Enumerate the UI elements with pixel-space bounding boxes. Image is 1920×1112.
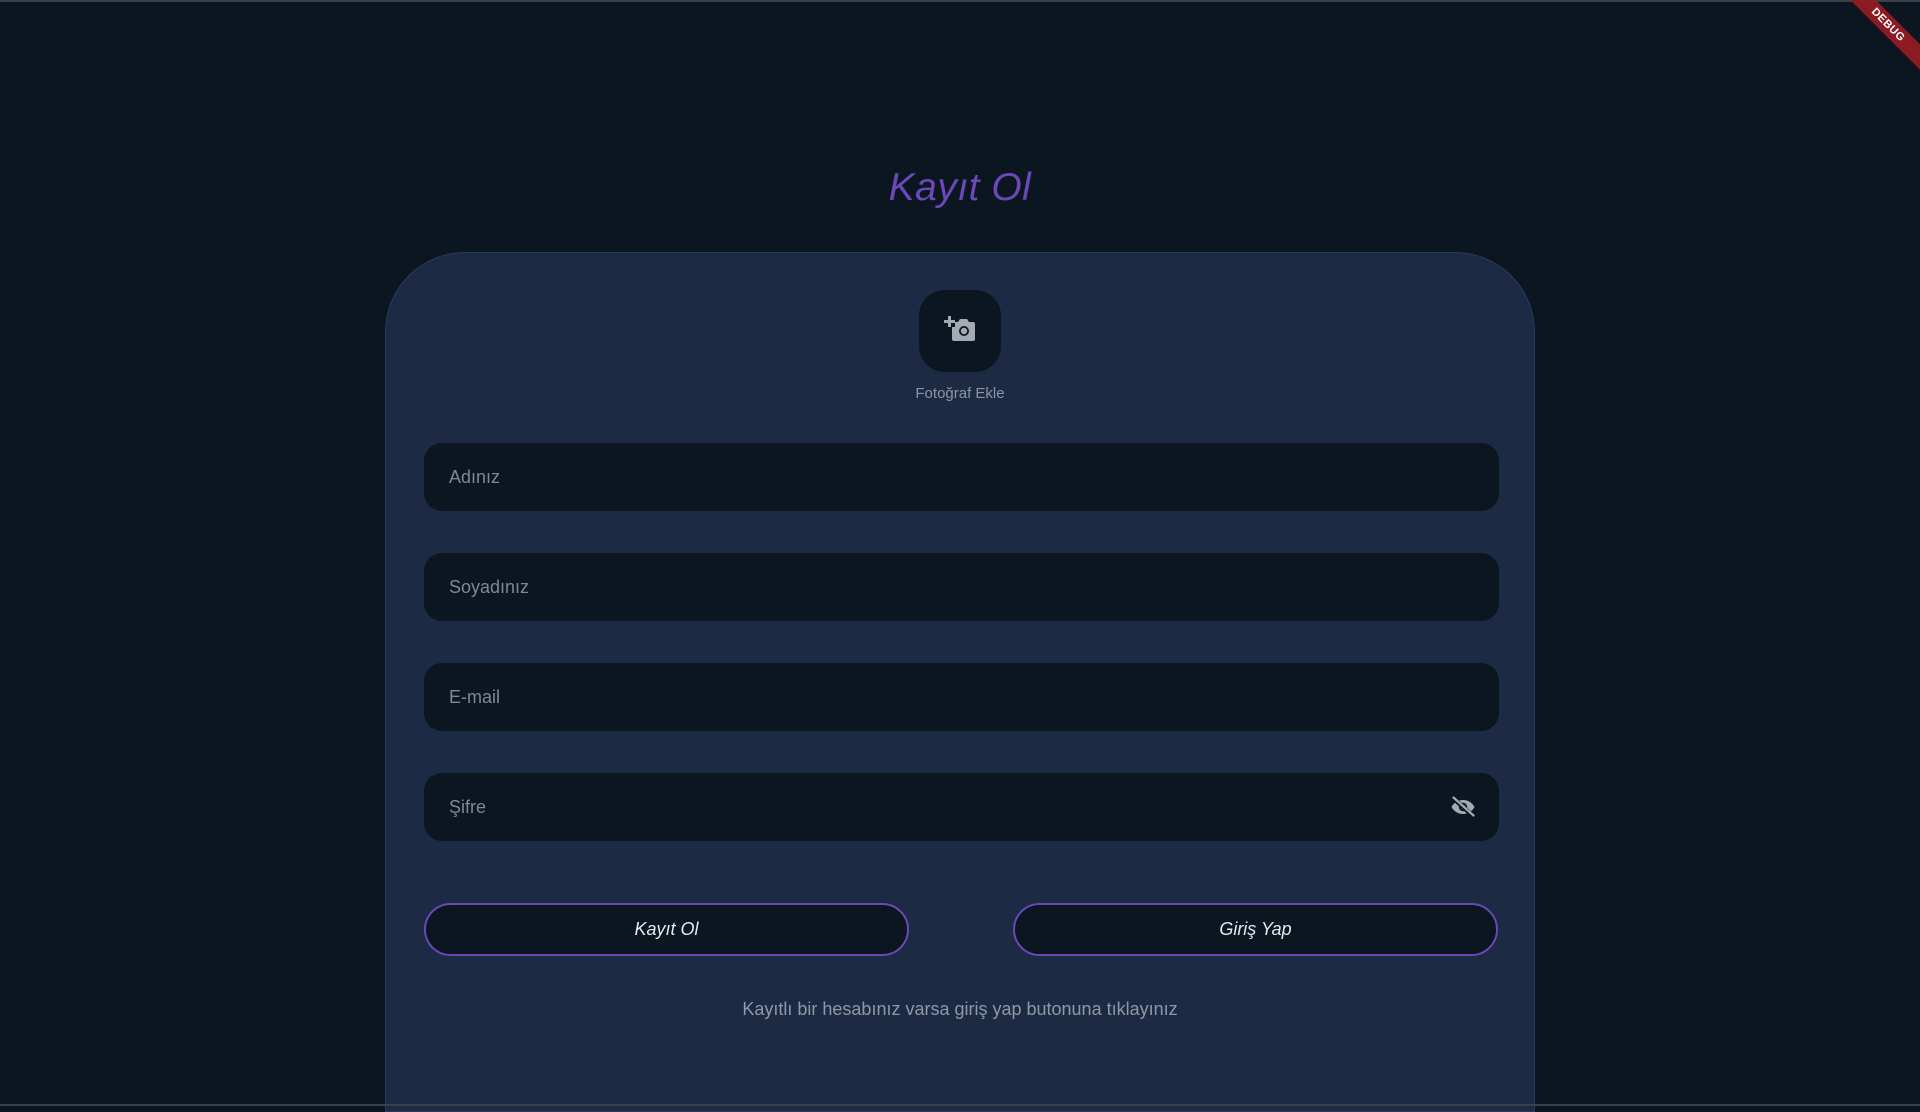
last-name-input[interactable] <box>424 552 1499 622</box>
add-a-photo-icon <box>943 314 977 349</box>
login-hint-text: Kayıtlı bir hesabınız varsa giriş yap bu… <box>386 999 1534 1020</box>
email-field[interactable] <box>424 663 1499 731</box>
password-input[interactable] <box>424 772 1449 842</box>
password-field[interactable] <box>424 773 1499 841</box>
visibility-off-icon[interactable] <box>1449 793 1477 821</box>
page-title: Kayıt Ol <box>0 166 1920 210</box>
register-card: Fotoğraf Ekle Kayıt Ol Giriş Yap Kayıtlı… <box>385 252 1535 1112</box>
window-top-border <box>0 0 1920 2</box>
debug-label: DEBUG <box>1840 0 1920 74</box>
first-name-input[interactable] <box>424 442 1499 512</box>
login-button[interactable]: Giriş Yap <box>1013 903 1498 956</box>
email-input[interactable] <box>424 662 1499 732</box>
add-photo-label: Fotoğraf Ekle <box>386 385 1534 402</box>
last-name-field[interactable] <box>424 553 1499 621</box>
debug-banner: DEBUG <box>1840 0 1920 80</box>
add-photo-button[interactable] <box>919 290 1001 372</box>
register-button[interactable]: Kayıt Ol <box>424 903 909 956</box>
first-name-field[interactable] <box>424 443 1499 511</box>
